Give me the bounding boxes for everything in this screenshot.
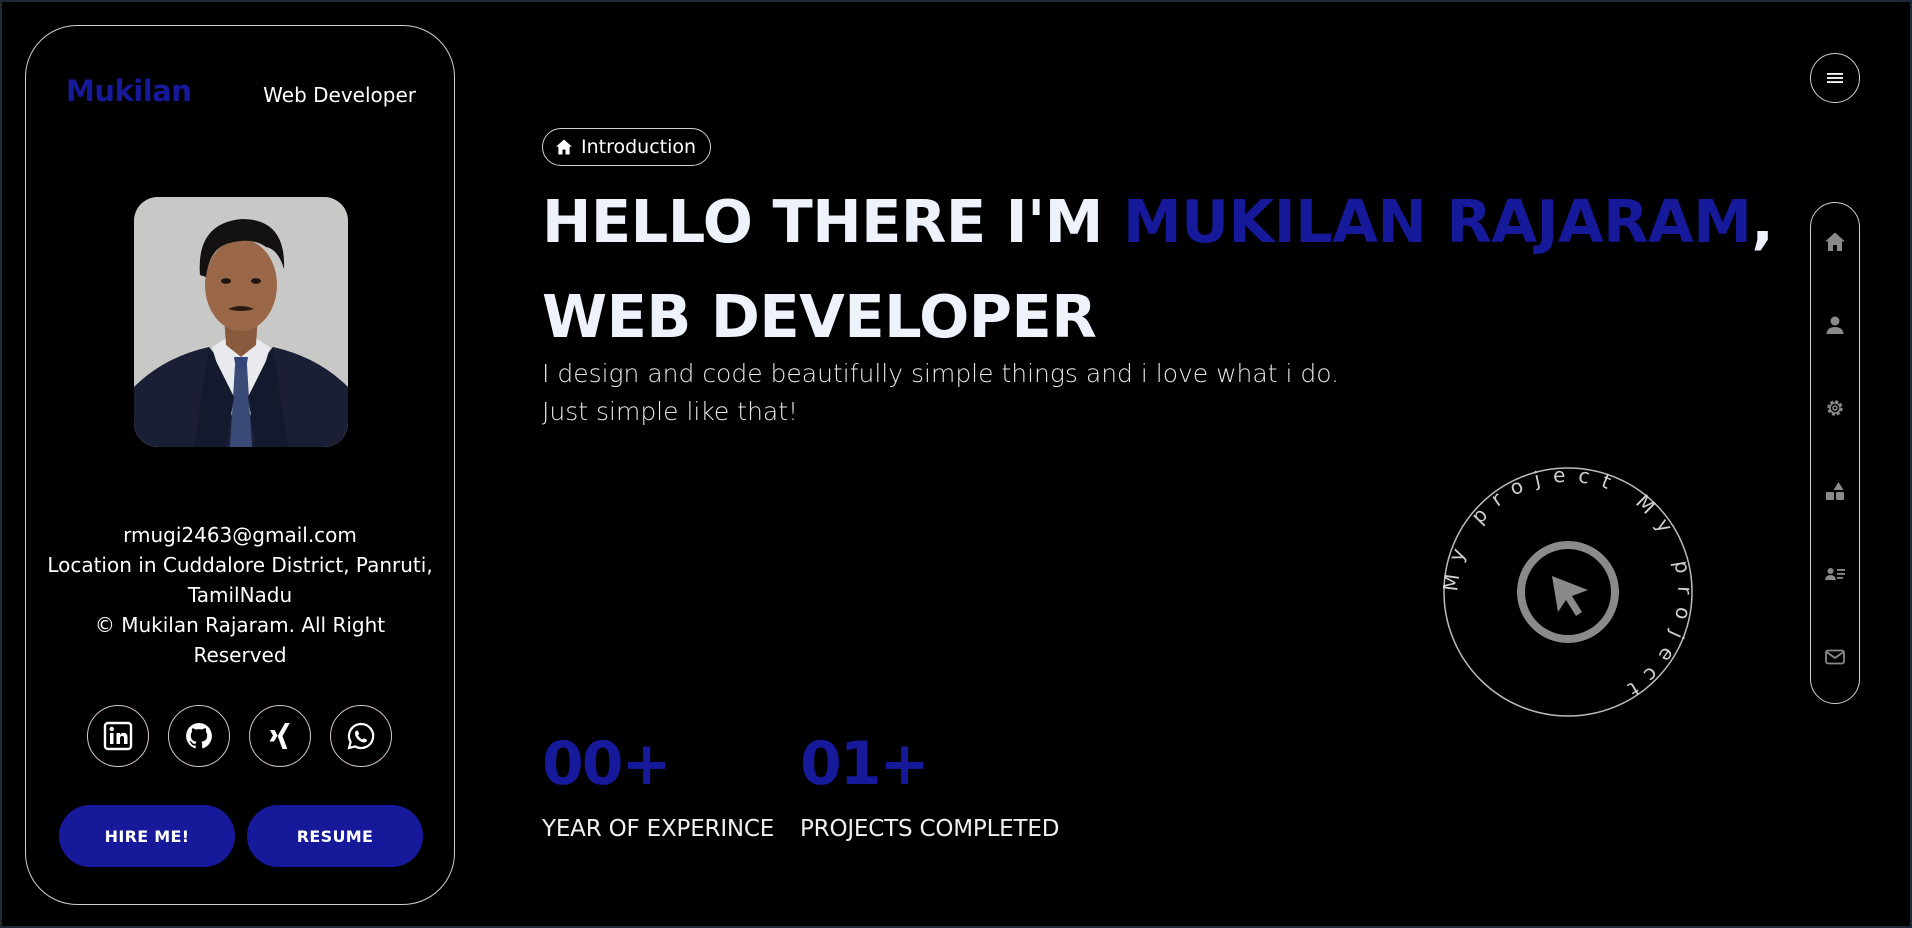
stat-projects: 01+ PROJECTS COMPLETED xyxy=(800,728,1059,842)
nav-home[interactable] xyxy=(1811,218,1859,266)
github-link[interactable] xyxy=(168,705,230,767)
nav-mail[interactable] xyxy=(1811,633,1859,681)
menu-button[interactable] xyxy=(1810,53,1860,103)
hamburger-icon xyxy=(1827,73,1843,83)
location-line-2: TamilNadu xyxy=(187,583,293,607)
introduction-tag-label: Introduction xyxy=(581,136,697,158)
nav-about[interactable] xyxy=(1811,301,1859,349)
contact-card-icon xyxy=(1825,568,1845,580)
stat-projects-value: 01+ xyxy=(800,729,930,799)
hero-intro: I design and code beautifully simple thi… xyxy=(542,355,1339,431)
xing-icon xyxy=(269,723,290,749)
headline-line-1: HELLO THERE I'M MUKILAN RAJARAM, xyxy=(542,174,1774,269)
brand-name[interactable]: Mukilan xyxy=(66,74,192,108)
shapes-icon xyxy=(1826,482,1844,500)
nav-contact-card[interactable] xyxy=(1811,550,1859,598)
location-line-1: Location in Cuddalore District, Panruti, xyxy=(47,553,433,577)
linkedin-link[interactable] xyxy=(87,705,149,767)
home-icon xyxy=(1825,232,1845,251)
copyright-text: © Mukilan Rajaram. All Right Reserved xyxy=(94,613,386,667)
user-icon xyxy=(1826,316,1844,334)
my-project-badge[interactable]: My project My project xyxy=(1438,463,1694,718)
nav-services[interactable] xyxy=(1811,384,1859,432)
mail-icon xyxy=(1825,649,1845,665)
intro-line-2: Just simple like that! xyxy=(542,397,799,426)
whatsapp-link[interactable] xyxy=(330,705,392,767)
brand-role: Web Developer xyxy=(263,83,416,107)
social-links xyxy=(87,705,397,769)
profile-card: Mukilan Web Developer rmugi2463@gmail.co… xyxy=(25,25,455,905)
xing-link[interactable] xyxy=(249,705,311,767)
email-text[interactable]: rmugi2463@gmail.com xyxy=(26,520,454,550)
home-icon xyxy=(556,139,572,155)
gear-icon xyxy=(1827,400,1843,416)
hire-me-button[interactable]: HIRE ME! xyxy=(59,805,235,867)
stat-experience-label: YEAR OF EXPERINCE xyxy=(542,816,775,842)
intro-line-1: I design and code beautifully simple thi… xyxy=(542,359,1340,388)
profile-photo xyxy=(134,197,348,447)
headline-line-2: WEB DEVELOPER xyxy=(542,282,1097,351)
headline-name: MUKILAN RAJARAM xyxy=(1122,187,1752,256)
side-navigation xyxy=(1810,202,1860,704)
nav-portfolio[interactable] xyxy=(1811,467,1859,515)
page-frame: Mukilan Web Developer rmugi2463@gmail.co… xyxy=(0,0,1912,928)
stat-projects-label: PROJECTS COMPLETED xyxy=(800,816,1060,842)
hero-headline: HELLO THERE I'M MUKILAN RAJARAM, WEB DEV… xyxy=(542,174,1774,364)
linkedin-icon xyxy=(103,721,133,751)
headline-prefix: HELLO THERE I'M xyxy=(542,187,1123,256)
github-icon xyxy=(186,723,212,749)
cursor-arrow-icon xyxy=(1517,541,1619,643)
introduction-tag: Introduction xyxy=(542,128,712,166)
contact-info: rmugi2463@gmail.com Location in Cuddalor… xyxy=(26,520,454,670)
stat-experience-value: 00+ xyxy=(542,729,672,799)
stat-experience: 00+ YEAR OF EXPERINCE xyxy=(542,728,774,842)
headline-suffix: , xyxy=(1751,187,1774,256)
resume-button[interactable]: RESUME xyxy=(247,805,423,867)
whatsapp-icon xyxy=(347,722,375,750)
